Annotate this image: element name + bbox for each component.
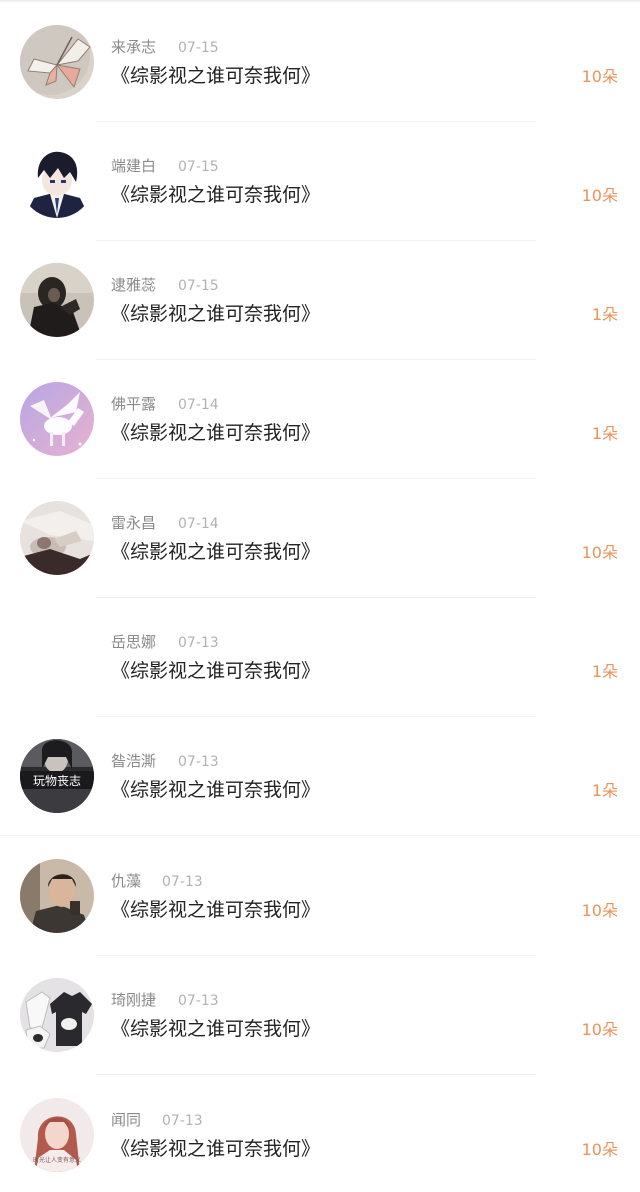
date: 07-13 [178,993,219,1009]
date: 07-13 [178,754,219,770]
book-title[interactable]: 《综影视之谁可奈我何》 [111,299,320,329]
book-title[interactable]: 《综影视之谁可奈我何》 [111,656,320,686]
flower-amount: 10朵 [581,901,618,920]
list-item[interactable]: 玩物丧志 昝浩澌 07-13 《综影视之谁可奈我何》 1朵 [0,714,640,836]
date: 07-15 [178,278,219,294]
blank-avatar[interactable] [20,620,94,694]
pegasus-avatar[interactable] [20,382,94,456]
flower-amount: 1朵 [591,781,618,800]
user-name[interactable]: 端建白 [111,156,156,176]
dark-figure-avatar[interactable] [20,263,94,337]
avatar-text: 时光让人变有意义 [33,1156,81,1164]
man-photo-avatar[interactable] [20,859,94,933]
date: 07-15 [178,159,219,175]
user-name[interactable]: 昝浩澌 [111,751,156,771]
flower-amount: 10朵 [581,1020,618,1039]
book-title[interactable]: 《综影视之谁可奈我何》 [111,775,320,805]
list-item[interactable]: 佛平露 07-14 《综影视之谁可奈我何》 1朵 [0,357,640,479]
user-name[interactable]: 闻同 [111,1110,141,1130]
tshirt-avatar[interactable] [20,978,94,1052]
date: 07-14 [178,397,219,413]
butterfly-avatar[interactable] [20,25,94,99]
list-item[interactable]: 逮雅蕊 07-15 《综影视之谁可奈我何》 1朵 [0,238,640,360]
date: 07-13 [162,1113,203,1129]
list-item[interactable]: 琦刚捷 07-13 《综影视之谁可奈我何》 10朵 [0,953,640,1075]
user-name[interactable]: 琦刚捷 [111,990,156,1010]
flower-amount: 1朵 [591,662,618,681]
woman-photo-avatar[interactable]: 时光让人变有意义 [20,1098,94,1172]
flower-amount: 10朵 [581,67,618,86]
book-title[interactable]: 《综影视之谁可奈我何》 [111,418,320,448]
list-item[interactable]: 时光让人变有意义 闻同 07-13 《综影视之谁可奈我何》 10朵 [0,1073,640,1192]
date: 07-15 [178,40,219,56]
flower-amount: 1朵 [591,424,618,443]
book-title[interactable]: 《综影视之谁可奈我何》 [111,61,320,91]
list-item[interactable]: 雷永昌 07-14 《综影视之谁可奈我何》 10朵 [0,476,640,598]
date: 07-14 [178,516,219,532]
user-name[interactable]: 来承志 [111,37,156,57]
user-name[interactable]: 佛平露 [111,394,156,414]
sleeping-figure-avatar[interactable] [20,501,94,575]
list-item[interactable]: 仇藻 07-13 《综影视之谁可奈我何》 10朵 [0,834,640,956]
user-name[interactable]: 仇藻 [111,871,141,891]
flower-amount: 1朵 [591,305,618,324]
user-name[interactable]: 雷永昌 [111,513,156,533]
list-item[interactable]: 来承志 07-15 《综影视之谁可奈我何》 10朵 [0,0,640,122]
book-title[interactable]: 《综影视之谁可奈我何》 [111,180,320,210]
user-name[interactable]: 岳思娜 [111,632,156,652]
flower-amount: 10朵 [581,1140,618,1159]
book-title[interactable]: 《综影视之谁可奈我何》 [111,895,320,925]
flower-amount: 10朵 [581,543,618,562]
date: 07-13 [162,874,203,890]
flower-amount: 10朵 [581,186,618,205]
list-item[interactable]: 端建白 07-15 《综影视之谁可奈我何》 10朵 [0,119,640,241]
book-title[interactable]: 《综影视之谁可奈我何》 [111,1134,320,1164]
date: 07-13 [178,635,219,651]
text-photo-avatar[interactable]: 玩物丧志 [20,739,94,813]
avatar-text: 玩物丧志 [33,774,81,788]
anime-boy-avatar[interactable] [20,144,94,218]
book-title[interactable]: 《综影视之谁可奈我何》 [111,537,320,567]
book-title[interactable]: 《综影视之谁可奈我何》 [111,1014,320,1044]
user-name[interactable]: 逮雅蕊 [111,275,156,295]
list-item[interactable]: 岳思娜 07-13 《综影视之谁可奈我何》 1朵 [0,595,640,717]
